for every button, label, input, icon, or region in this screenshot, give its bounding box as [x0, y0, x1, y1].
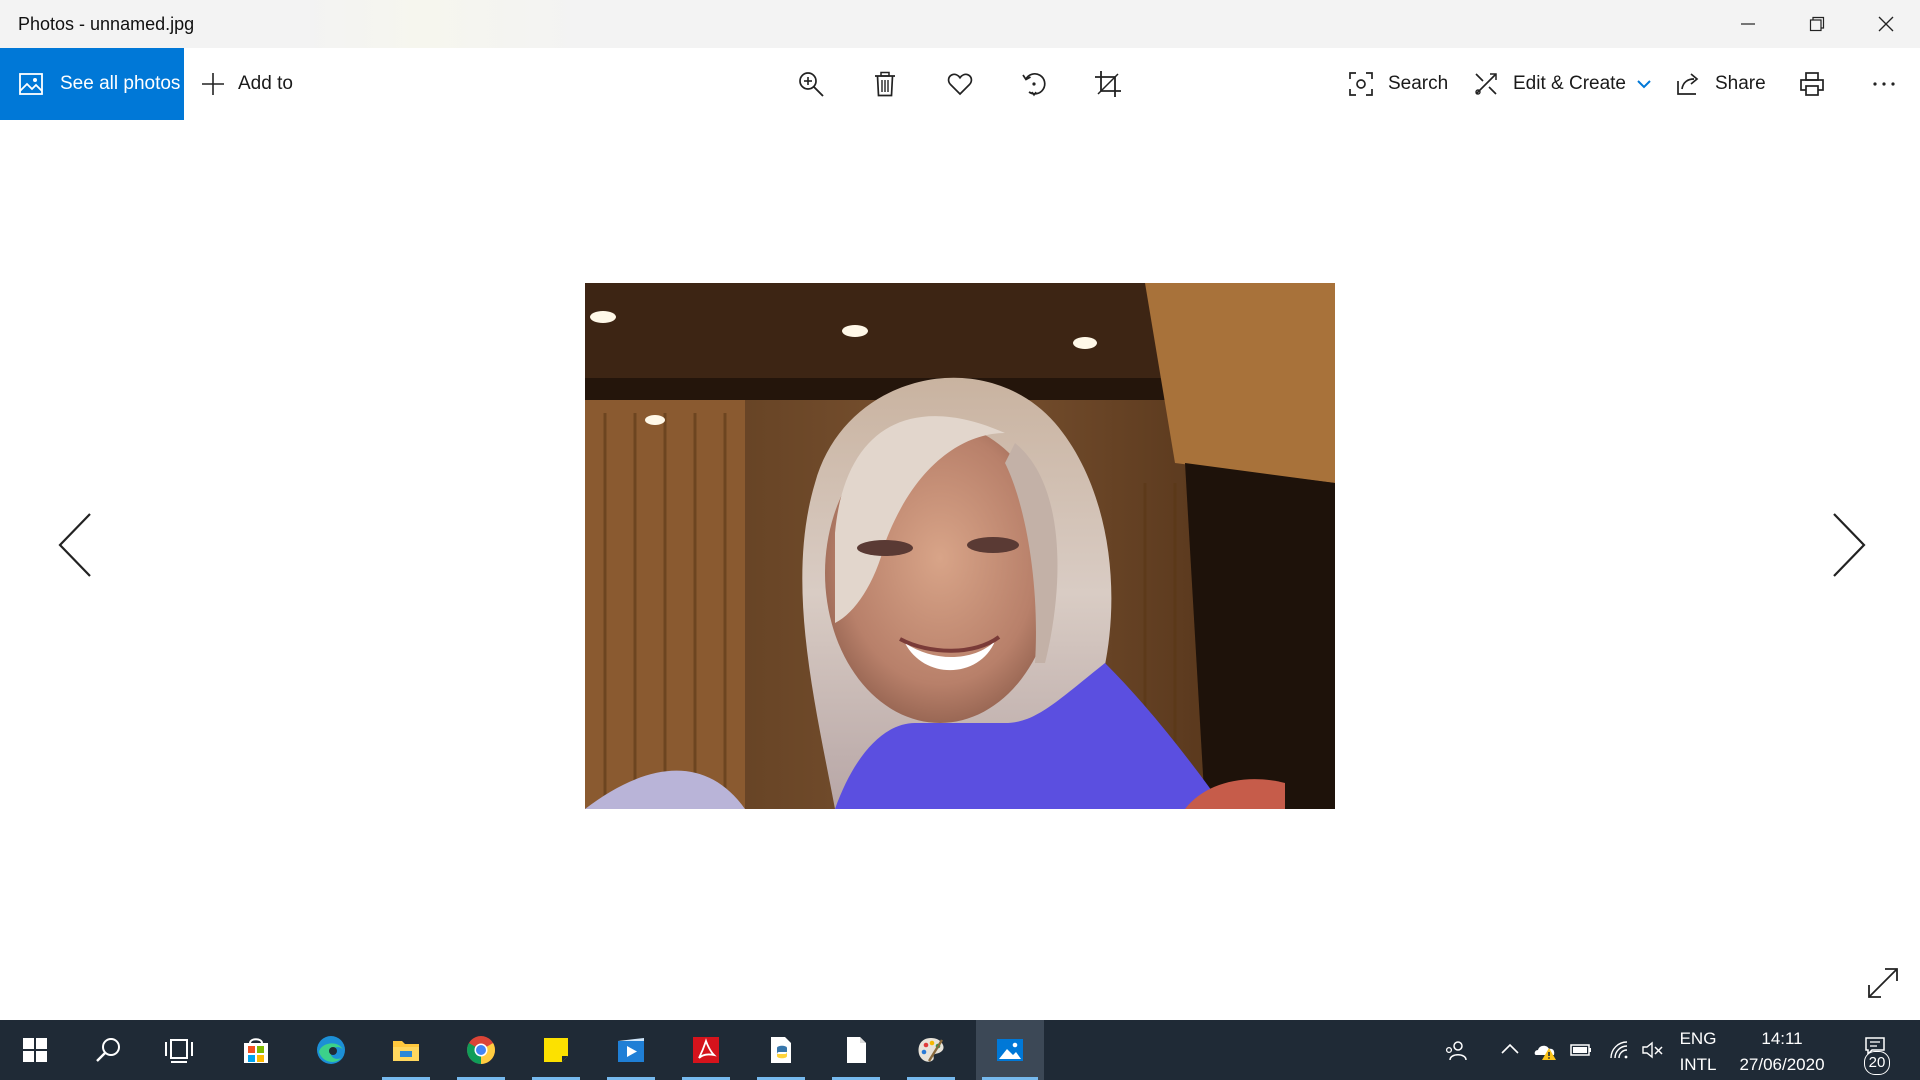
print-button[interactable]: [1790, 62, 1834, 106]
paint-icon: [918, 1038, 944, 1062]
search-button[interactable]: Search: [1348, 48, 1448, 120]
restore-icon: [1809, 16, 1824, 32]
photo-content: [585, 283, 1335, 809]
photos-icon: [997, 1039, 1023, 1061]
edit-create-button[interactable]: Edit & Create: [1473, 48, 1652, 120]
taskbar-app-python[interactable]: [751, 1020, 811, 1080]
edge-icon: [317, 1036, 345, 1064]
sticky-notes-icon: [544, 1038, 568, 1062]
show-hidden-icons-chevron: [1501, 1043, 1519, 1054]
zoom-button[interactable]: [789, 62, 833, 106]
file-explorer-icon: [393, 1041, 419, 1061]
clock-date: 27/06/2020: [1739, 1055, 1825, 1074]
share-label: Share: [1715, 73, 1766, 94]
taskbar-app-edge[interactable]: [301, 1020, 361, 1080]
gallery-icon: [19, 73, 43, 95]
visual-search-icon: [1349, 72, 1373, 96]
print-icon: [1800, 72, 1824, 96]
taskbar-app-file-explorer[interactable]: [376, 1020, 436, 1080]
toolbar: See all photos Add to Search Edit & Crea…: [0, 48, 1920, 120]
onedrive-warning-icon: [1534, 1045, 1556, 1060]
taskbar-app-sticky-notes[interactable]: [526, 1020, 586, 1080]
rotate-button[interactable]: [1012, 62, 1056, 106]
volume-muted-icon: [1642, 1041, 1663, 1059]
edit-create-label: Edit & Create: [1513, 73, 1626, 94]
see-all-photos-label: See all photos: [60, 73, 181, 94]
taskbar-app-store[interactable]: [226, 1020, 286, 1080]
battery-button[interactable]: [1564, 1020, 1598, 1080]
plus-icon: [202, 73, 224, 95]
next-photo-button[interactable]: [1826, 510, 1870, 580]
window-title: Photos - unnamed.jpg: [18, 14, 195, 34]
rotate-icon: [1022, 72, 1046, 97]
taskbar-app-paint[interactable]: [901, 1020, 961, 1080]
crop-icon: [1095, 71, 1121, 97]
more-options-icon: [1873, 82, 1895, 86]
network-button[interactable]: [1602, 1020, 1636, 1080]
taskbar-search-button[interactable]: [79, 1020, 139, 1080]
previous-photo-button[interactable]: [54, 510, 98, 580]
input-language-button[interactable]: ENG INTL: [1668, 1026, 1728, 1078]
favorite-button[interactable]: [938, 62, 982, 106]
language-code: ENG: [1679, 1029, 1717, 1048]
notification-count-badge: 20: [1864, 1051, 1890, 1075]
people-icon: [1445, 1041, 1467, 1061]
share-button[interactable]: Share: [1675, 48, 1766, 120]
add-to-label: Add to: [238, 73, 293, 94]
windows-start-icon: [23, 1038, 47, 1062]
task-view-icon: [165, 1039, 193, 1063]
video-editor-icon: [618, 1038, 644, 1062]
expand-icon: [1868, 968, 1898, 998]
search-icon: [96, 1038, 120, 1062]
microsoft-store-icon: [244, 1038, 268, 1063]
clock-button[interactable]: 14:11 27/06/2020: [1726, 1026, 1838, 1078]
fullscreen-button[interactable]: [1866, 966, 1900, 1000]
acrobat-icon: [693, 1037, 719, 1063]
more-options-button[interactable]: [1862, 62, 1906, 106]
volume-button[interactable]: [1636, 1020, 1670, 1080]
python-icon: [771, 1037, 791, 1063]
keyboard-layout: INTL: [1679, 1055, 1717, 1074]
photo-image[interactable]: [585, 283, 1335, 809]
previous-arrow-icon: [58, 513, 91, 577]
share-icon: [1677, 73, 1699, 95]
favorite-heart-icon: [947, 73, 973, 96]
next-arrow-icon: [1833, 513, 1866, 577]
delete-button[interactable]: [863, 62, 907, 106]
add-to-button[interactable]: Add to: [200, 48, 293, 120]
wifi-icon: [1610, 1041, 1628, 1059]
title-bar: Photos - unnamed.jpg: [0, 0, 1920, 48]
close-icon: [1878, 16, 1893, 32]
show-hidden-icons-button[interactable]: [1493, 1020, 1527, 1080]
taskbar-app-chrome[interactable]: [451, 1020, 511, 1080]
zoom-in-icon: [799, 72, 824, 97]
taskbar-app-video-editor[interactable]: [601, 1020, 661, 1080]
battery-icon: [1570, 1044, 1591, 1056]
task-view-button[interactable]: [149, 1020, 209, 1080]
delete-icon: [875, 71, 895, 97]
taskbar: ENG INTL 14:11 27/06/2020: [0, 1020, 1920, 1080]
chrome-icon: [467, 1036, 495, 1064]
edit-create-icon: [1475, 73, 1497, 95]
see-all-photos-button[interactable]: See all photos: [0, 48, 184, 120]
onedrive-status-button[interactable]: [1528, 1020, 1562, 1080]
notepad-file-icon: [847, 1037, 866, 1063]
clock-time: 14:11: [1761, 1029, 1803, 1048]
minimize-icon: [1740, 23, 1755, 25]
people-button[interactable]: [1439, 1020, 1473, 1080]
taskbar-app-acrobat[interactable]: [676, 1020, 736, 1080]
chevron-down-icon: [1637, 80, 1651, 89]
minimize-button[interactable]: [1713, 0, 1782, 48]
crop-button[interactable]: [1086, 62, 1130, 106]
close-button[interactable]: [1851, 0, 1920, 48]
start-button[interactable]: [5, 1020, 65, 1080]
taskbar-app-photos[interactable]: [976, 1020, 1044, 1080]
restore-button[interactable]: [1782, 0, 1851, 48]
taskbar-app-notepad[interactable]: [826, 1020, 886, 1080]
search-label: Search: [1388, 73, 1449, 94]
